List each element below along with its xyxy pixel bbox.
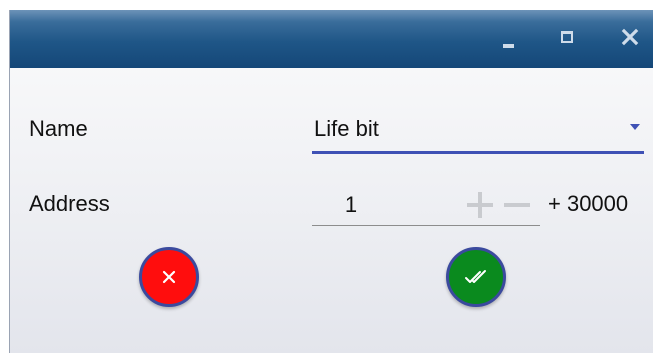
minimize-icon <box>503 44 514 48</box>
close-icon <box>162 270 176 284</box>
maximize-button[interactable] <box>551 22 587 52</box>
close-button[interactable] <box>612 22 648 52</box>
name-combobox-value: Life bit <box>314 116 379 141</box>
address-offset: + 30000 <box>548 191 629 216</box>
name-label: Name <box>29 116 88 141</box>
minimize-button[interactable] <box>490 22 526 52</box>
name-combobox[interactable]: Life bit <box>312 108 644 154</box>
decrement-button[interactable] <box>502 190 532 220</box>
maximize-icon <box>561 31 573 43</box>
dialog-window: Name Life bit Address + 30000 <box>9 10 653 353</box>
address-label: Address <box>29 191 110 216</box>
confirm-button[interactable] <box>446 247 506 307</box>
cancel-button[interactable] <box>139 247 199 307</box>
double-check-icon <box>465 270 486 283</box>
chevron-down-icon <box>630 124 640 130</box>
increment-button[interactable] <box>465 190 495 220</box>
title-bar[interactable] <box>10 10 653 68</box>
close-icon <box>621 28 639 46</box>
